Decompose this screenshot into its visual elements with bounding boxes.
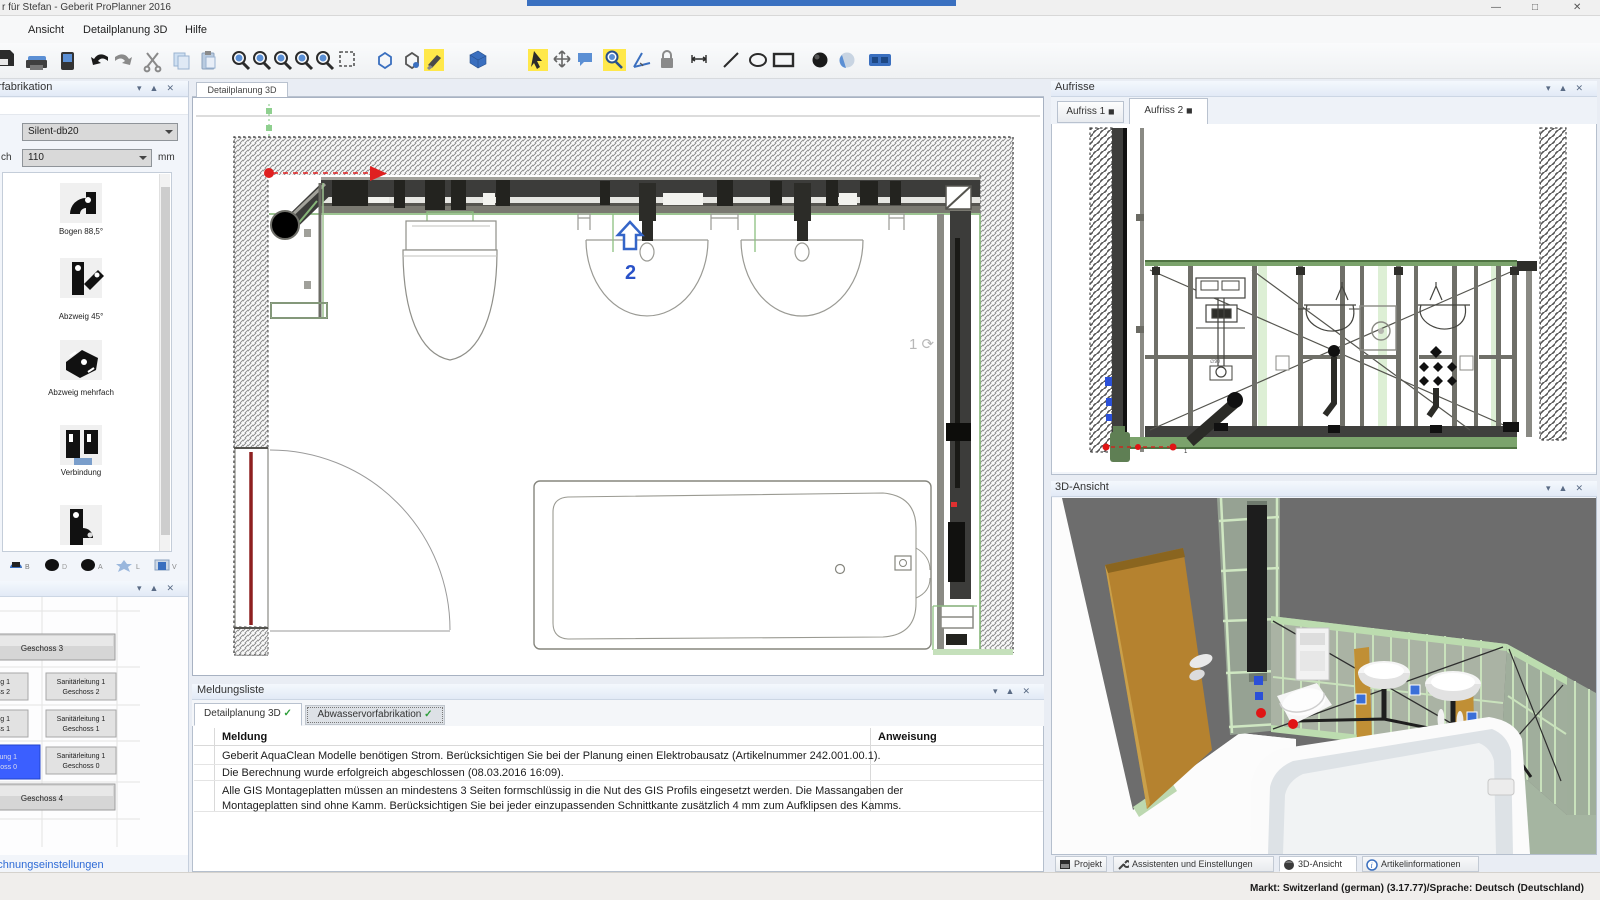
svg-text:L: L xyxy=(136,564,140,571)
svg-text:leitung 1: leitung 1 xyxy=(0,716,10,723)
svg-text:i: i xyxy=(1371,861,1373,870)
svg-text:D: D xyxy=(62,564,67,571)
svg-text:V: V xyxy=(172,564,177,571)
svg-text:hoss 2: hoss 2 xyxy=(0,689,10,696)
svg-text:Abzweig 45°: Abzweig 45° xyxy=(59,312,104,321)
svg-text:hoss 0: hoss 0 xyxy=(0,764,17,771)
svg-text:A: A xyxy=(98,564,103,571)
svg-text:Sanitärleitung 1: Sanitärleitung 1 xyxy=(57,716,106,723)
svg-text:Abzweig mehrfach: Abzweig mehrfach xyxy=(48,388,114,397)
svg-text:2: 2 xyxy=(625,262,636,284)
svg-text:leitung 1: leitung 1 xyxy=(0,754,17,761)
svg-text:Geschoss 3: Geschoss 3 xyxy=(21,644,64,653)
svg-text:Sanitärleitung 1: Sanitärleitung 1 xyxy=(57,753,106,760)
svg-text:Sanitärleitung 1: Sanitärleitung 1 xyxy=(57,679,106,686)
svg-text:Geschoss 1: Geschoss 1 xyxy=(63,726,100,733)
svg-text:1 ⟳: 1 ⟳ xyxy=(909,336,935,353)
svg-text:B: B xyxy=(25,564,30,571)
svg-text:leitung 1: leitung 1 xyxy=(0,679,10,686)
svg-text:Geschoss 4: Geschoss 4 xyxy=(21,794,64,803)
svg-text:Bogen 88,5°: Bogen 88,5° xyxy=(59,227,103,236)
svg-text:∅90: ∅90 xyxy=(1210,359,1220,365)
svg-text:hoss 1: hoss 1 xyxy=(0,726,10,733)
svg-text:Geschoss 2: Geschoss 2 xyxy=(63,689,100,696)
svg-text:Verbindung: Verbindung xyxy=(61,468,101,477)
svg-text:Geschoss 0: Geschoss 0 xyxy=(63,763,100,770)
